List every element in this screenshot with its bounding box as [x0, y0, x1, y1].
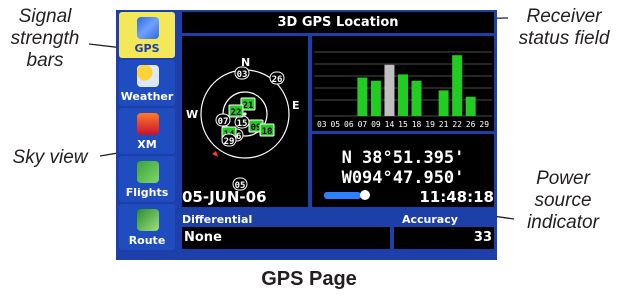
satellite-marker: 07 — [215, 113, 231, 127]
satellite-marker: 18 — [259, 123, 275, 137]
weather-icon — [137, 65, 159, 87]
callout-line: indicator — [527, 212, 599, 233]
satellite-marker: 03 — [234, 66, 250, 80]
callout-line: Signal — [18, 6, 72, 27]
differential-value: None — [184, 230, 222, 245]
signal-bar-label: 29 — [479, 120, 489, 129]
satellite-id: 07 — [218, 117, 229, 127]
signal-bar-label: 21 — [439, 120, 449, 129]
west-label: W — [186, 108, 198, 121]
callout-line: status field — [518, 28, 610, 49]
callout-line: bars — [26, 50, 64, 71]
accuracy-value: 33 — [473, 230, 492, 245]
satellite-id: 15 — [237, 119, 248, 129]
signal-bar-label: 19 — [425, 120, 435, 129]
sky-view-callout: Sky view — [12, 147, 88, 168]
power-source-indicator-callout: Power source indicator — [516, 168, 610, 234]
time-value: 11:48:18 — [419, 188, 494, 206]
callout-line: Receiver — [526, 6, 602, 27]
east-label: E — [292, 99, 300, 112]
satellite-id: 29 — [224, 137, 235, 147]
sidebar-item-label: GPS — [134, 42, 160, 55]
signal-bar-label: 09 — [371, 120, 381, 129]
sidebar-item-gps[interactable]: GPS — [119, 12, 175, 58]
signal-bar-label: 26 — [466, 120, 476, 129]
signal-bar — [398, 74, 408, 116]
signal-bar-label: 18 — [412, 120, 422, 129]
sidebar-item-label: Flights — [125, 186, 169, 199]
sidebar-item-label: XM — [137, 138, 157, 151]
satellite-marker: 22 — [228, 104, 244, 118]
date-value: 05-JUN-06 — [182, 188, 267, 206]
differential-label: Differential — [182, 213, 253, 226]
callout-line: source — [534, 190, 592, 211]
accuracy-field: 33 — [394, 227, 494, 249]
sky-view-plot: N E W 030506070914151821222629 — [186, 56, 300, 191]
receiver-status-field: 3D GPS Location — [182, 12, 494, 33]
signal-strength-bars: 03 05 06 07 09 14 15 18 19 21 22 26 29 — [312, 36, 494, 131]
signal-bar-label: 22 — [452, 120, 462, 129]
sidebar-item-xm[interactable]: XM — [119, 108, 175, 154]
gps-screen: GPS Weather XM Flights Route 3D GPS Loca… — [116, 10, 497, 260]
xm-radio-icon — [137, 113, 159, 135]
accuracy-label: Accuracy — [402, 213, 458, 226]
satellite-marker: 29 — [221, 133, 237, 147]
power-source-indicator — [324, 192, 361, 199]
satellite-id: 03 — [237, 70, 248, 80]
receiver-status-field-callout: Receiver status field — [510, 6, 618, 50]
latitude-value: N 38°51.395' — [341, 148, 465, 168]
satellite-id: 21 — [243, 101, 254, 111]
satellite-icon — [137, 17, 159, 39]
satellite-id: 22 — [231, 108, 242, 118]
route-icon — [137, 209, 159, 231]
sidebar: GPS Weather XM Flights Route — [116, 10, 178, 260]
flights-icon — [137, 161, 159, 183]
signal-bar-label: 07 — [358, 120, 368, 129]
signal-bar — [452, 55, 463, 116]
sidebar-item-route[interactable]: Route — [119, 204, 175, 250]
callout-line: Power — [536, 168, 590, 189]
sidebar-item-label: Weather — [120, 90, 174, 103]
signal-bar — [357, 77, 368, 116]
sky-view: N E W 030506070914151821222629 — [182, 36, 308, 207]
signal-bar — [438, 90, 449, 116]
signal-bar-label: 05 — [330, 120, 340, 129]
signal-bar — [465, 96, 476, 116]
signal-bar-label: 15 — [398, 120, 408, 129]
signal-bars-plot: 03 05 06 07 09 14 15 18 19 21 22 26 29 — [314, 51, 492, 129]
signal-bar — [370, 80, 381, 116]
callout-line: strength — [10, 28, 80, 49]
sidebar-item-weather[interactable]: Weather — [119, 60, 175, 106]
signal-bar-label: 06 — [344, 120, 354, 129]
power-source-knob — [360, 190, 370, 200]
signal-bar-label: 14 — [385, 120, 395, 129]
longitude-value: W094°47.950' — [341, 168, 465, 188]
satellite-marker: 26 — [269, 71, 285, 85]
scroll-dots — [120, 254, 174, 260]
satellite-id: 26 — [272, 75, 283, 85]
satellite-id: 18 — [262, 127, 273, 137]
sidebar-item-label: Route — [128, 234, 166, 247]
differential-field: None — [182, 227, 390, 249]
signal-bar — [411, 80, 422, 116]
heading-marker — [212, 151, 218, 157]
sidebar-item-flights[interactable]: Flights — [119, 156, 175, 202]
figure-caption: GPS Page — [261, 268, 357, 290]
signal-strength-bars-callout: Signal strength bars — [2, 6, 88, 72]
signal-bar-label: 03 — [317, 120, 327, 129]
signal-bar — [384, 64, 395, 116]
